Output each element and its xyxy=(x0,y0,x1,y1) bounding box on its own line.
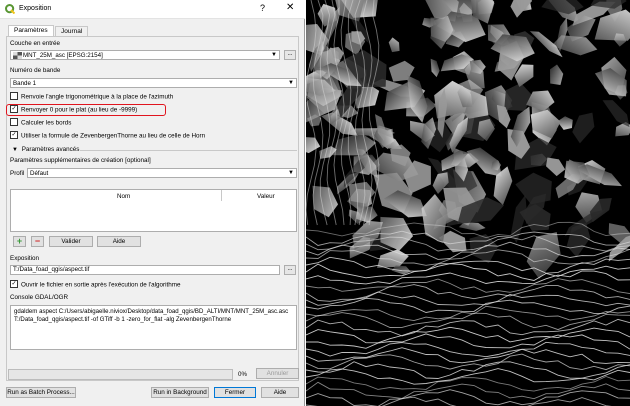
help-options-button[interactable]: Aide xyxy=(97,236,141,247)
run-background-button[interactable]: Run in Background xyxy=(151,387,209,398)
window-title: Exposition xyxy=(19,5,52,12)
console-label: Console GDAL/OGR xyxy=(10,294,69,301)
help-icon[interactable]: ? xyxy=(260,3,265,13)
input-layer-browse-button[interactable]: ... xyxy=(284,50,296,60)
advanced-label: Paramètres avancés xyxy=(21,146,80,153)
aspect-raster xyxy=(306,0,630,406)
cancel-button[interactable]: Annuler xyxy=(256,368,299,379)
checkbox-box xyxy=(10,118,18,126)
advanced-toggle[interactable]: ▼ Paramètres avancés xyxy=(12,146,79,153)
profile-combo[interactable]: Défaut ▼ xyxy=(27,168,297,178)
map-canvas[interactable] xyxy=(306,0,630,406)
profile-value: Défaut xyxy=(30,170,49,177)
advanced-divider xyxy=(80,150,297,151)
profile-label: Profil xyxy=(10,170,25,177)
input-layer-value: MNT_25M_asc [EPSG:2154] xyxy=(23,52,103,59)
chevron-down-icon: ▼ xyxy=(288,80,294,86)
band-label: Numéro de bande xyxy=(10,67,61,74)
run-batch-button[interactable]: Run as Batch Process... xyxy=(6,387,76,398)
trig-angle-label: Renvoie l'angle trigonométrique à la pla… xyxy=(21,93,174,101)
gdal-console[interactable]: gdaldem aspect C:/Users/abigaelle.niviox… xyxy=(10,305,297,350)
validate-button[interactable]: Valider xyxy=(49,236,93,247)
creation-options-table[interactable]: Nom Valeur xyxy=(10,189,297,232)
processing-dialog: Exposition ? ✕ Paramètres Journal Couche… xyxy=(0,0,305,406)
checkmark-icon: ✓ xyxy=(10,280,18,288)
highlight-annotation xyxy=(6,104,166,116)
band-combo[interactable]: Bande 1 ▼ xyxy=(10,78,297,88)
chevron-down-icon: ▼ xyxy=(271,52,277,58)
input-layer-label: Couche en entrée xyxy=(10,40,61,47)
open-output-checkbox[interactable]: ✓ Ouvrir le fichier en sortie après l'exé… xyxy=(10,280,181,290)
output-browse-button[interactable]: ... xyxy=(284,265,296,275)
column-header-value: Valeur xyxy=(257,193,275,200)
column-divider xyxy=(221,190,222,201)
close-icon[interactable]: ✕ xyxy=(286,2,294,13)
input-layer-combo[interactable]: MNT_25M_asc [EPSG:2154] ▼ xyxy=(10,50,280,60)
compute-edges-checkbox[interactable]: Calculer les bords xyxy=(10,118,72,128)
progress-bar xyxy=(8,369,233,380)
help-button[interactable]: Aide xyxy=(261,387,299,398)
qgis-logo-icon xyxy=(5,4,15,14)
progress-percent: 0% xyxy=(238,371,247,378)
checkmark-icon: ✓ xyxy=(10,131,18,139)
add-row-icon[interactable]: + xyxy=(13,236,26,247)
zevenbergen-checkbox[interactable]: ✓ Utiliser la formule de ZevenbergenThorn… xyxy=(10,131,206,141)
zevenbergen-label: Utiliser la formule de ZevenbergenThorne… xyxy=(21,132,206,140)
output-label: Exposition xyxy=(10,255,40,262)
remove-row-icon[interactable]: − xyxy=(31,236,44,247)
close-button[interactable]: Fermer xyxy=(214,387,256,398)
raster-layer-icon xyxy=(13,51,22,59)
compute-edges-label: Calculer les bords xyxy=(21,119,72,127)
output-path-input[interactable]: T:/Data_foad_qgis/aspect.tif xyxy=(10,265,280,275)
triangle-down-icon: ▼ xyxy=(12,147,18,153)
open-output-label: Ouvrir le fichier en sortie après l'exéc… xyxy=(21,281,181,289)
creation-options-label: Paramètres supplémentaires de création [… xyxy=(10,157,151,164)
band-value: Bande 1 xyxy=(13,80,37,87)
chevron-down-icon: ▼ xyxy=(288,170,294,176)
title-bar: Exposition ? ✕ xyxy=(0,0,305,19)
trig-angle-checkbox[interactable]: Renvoie l'angle trigonométrique à la pla… xyxy=(10,92,174,102)
column-header-name: Nom xyxy=(117,193,131,200)
checkbox-box xyxy=(10,92,18,100)
